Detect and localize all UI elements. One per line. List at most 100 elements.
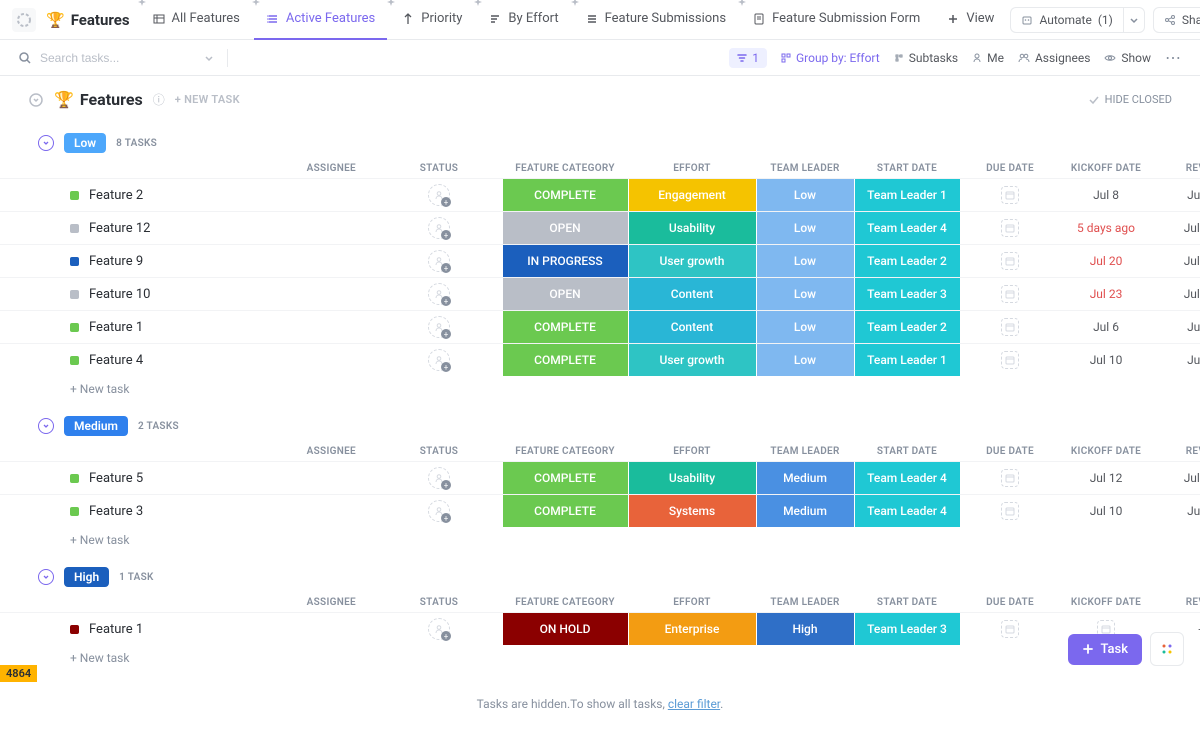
due-cell[interactable]: Jul 12	[1060, 462, 1152, 494]
new-task-fab[interactable]: Task	[1068, 634, 1142, 665]
col-start[interactable]: START DATE	[854, 593, 960, 612]
kickoff-cell[interactable]: Jul 10	[1152, 462, 1200, 494]
task-row[interactable]: Feature 1 ON HOLD Enterprise High Team L…	[0, 612, 1200, 645]
task-row[interactable]: Feature 9 IN PROGRESS User growth Low Te…	[0, 244, 1200, 277]
status-cell[interactable]: COMPLETE	[503, 495, 628, 527]
calendar-icon[interactable]	[1001, 351, 1019, 369]
leader-cell[interactable]: Team Leader 1	[855, 179, 960, 211]
assignee-cell[interactable]	[376, 212, 502, 244]
calendar-icon[interactable]	[1001, 186, 1019, 204]
task-row[interactable]: Feature 12 OPEN Usability Low Team Leade…	[0, 211, 1200, 244]
calendar-icon[interactable]	[1001, 502, 1019, 520]
effort-pill[interactable]: High	[64, 567, 109, 587]
category-cell[interactable]: User growth	[629, 245, 756, 277]
calendar-icon[interactable]	[1001, 285, 1019, 303]
due-cell[interactable]: Jul 10	[1060, 344, 1152, 376]
category-cell[interactable]: Engagement	[629, 179, 756, 211]
col-category[interactable]: FEATURE CATEGORY	[502, 442, 628, 461]
assignee-cell[interactable]	[376, 179, 502, 211]
due-cell[interactable]: Jul 6	[1060, 311, 1152, 343]
col-start[interactable]: START DATE	[854, 442, 960, 461]
effort-cell[interactable]: Low	[757, 278, 854, 310]
task-row[interactable]: Feature 2 COMPLETE Engagement Low Team L…	[0, 178, 1200, 211]
kickoff-cell[interactable]: Jul 20	[1152, 278, 1200, 310]
col-assignee[interactable]: ASSIGNEE	[56, 159, 376, 178]
leader-cell[interactable]: Team Leader 3	[855, 278, 960, 310]
effort-pill[interactable]: Low	[64, 133, 106, 153]
assignee-placeholder[interactable]	[428, 316, 450, 338]
new-task-row[interactable]: + New task	[0, 527, 1200, 553]
collapse-toggle[interactable]	[38, 569, 54, 585]
show-button[interactable]: Show	[1104, 51, 1151, 65]
assignee-placeholder[interactable]	[428, 467, 450, 489]
kickoff-cell[interactable]: Jul 26	[1152, 212, 1200, 244]
due-cell[interactable]: Jul 23	[1060, 278, 1152, 310]
tab-feature-submissions[interactable]: Feature Submissions	[573, 0, 738, 40]
col-category[interactable]: FEATURE CATEGORY	[502, 593, 628, 612]
task-name-cell[interactable]: Feature 12	[56, 212, 376, 244]
due-cell[interactable]: Jul 8	[1060, 179, 1152, 211]
hide-closed-button[interactable]: HIDE CLOSED	[1088, 93, 1172, 106]
due-cell[interactable]: Jul 20	[1060, 245, 1152, 277]
leader-cell[interactable]: Team Leader 2	[855, 245, 960, 277]
task-name-cell[interactable]: Feature 4	[56, 344, 376, 376]
chevron-down-icon[interactable]	[203, 52, 215, 64]
category-cell[interactable]: Systems	[629, 495, 756, 527]
col-leader[interactable]: TEAM LEADER	[756, 159, 854, 178]
filter-button[interactable]: 1	[729, 48, 767, 68]
status-cell[interactable]: COMPLETE	[503, 179, 628, 211]
group-by-button[interactable]: Group by: Effort	[781, 51, 880, 65]
col-kickoff[interactable]: KICKOFF DATE	[1060, 159, 1152, 178]
effort-cell[interactable]: Low	[757, 212, 854, 244]
task-name-cell[interactable]: Feature 10	[56, 278, 376, 310]
col-review[interactable]: REVIE	[1152, 593, 1200, 612]
col-start[interactable]: START DATE	[854, 159, 960, 178]
assignee-cell[interactable]	[376, 613, 502, 645]
task-row[interactable]: Feature 5 COMPLETE Usability Medium Team…	[0, 461, 1200, 494]
task-name-cell[interactable]: Feature 3	[56, 495, 376, 527]
kickoff-cell[interactable]: Jul 8	[1152, 495, 1200, 527]
new-task-row[interactable]: + New task	[0, 645, 1200, 671]
assignee-placeholder[interactable]	[428, 500, 450, 522]
task-row[interactable]: Feature 10 OPEN Content Low Team Leader …	[0, 277, 1200, 310]
me-button[interactable]: Me	[972, 51, 1004, 65]
col-effort[interactable]: EFFORT	[628, 159, 756, 178]
col-category[interactable]: FEATURE CATEGORY	[502, 159, 628, 178]
task-row[interactable]: Feature 1 COMPLETE Content Low Team Lead…	[0, 310, 1200, 343]
calendar-icon[interactable]	[1001, 620, 1019, 638]
task-name-cell[interactable]: Feature 9	[56, 245, 376, 277]
leader-cell[interactable]: Team Leader 3	[855, 613, 960, 645]
assignee-cell[interactable]	[376, 495, 502, 527]
col-leader[interactable]: TEAM LEADER	[756, 442, 854, 461]
leader-cell[interactable]: Team Leader 4	[855, 495, 960, 527]
assignee-placeholder[interactable]	[428, 184, 450, 206]
effort-pill[interactable]: Medium	[64, 416, 128, 436]
assignee-cell[interactable]	[376, 278, 502, 310]
assignee-placeholder[interactable]	[428, 217, 450, 239]
task-row[interactable]: Feature 3 COMPLETE Systems Medium Team L…	[0, 494, 1200, 527]
subtasks-button[interactable]: Subtasks	[894, 51, 958, 65]
leader-cell[interactable]: Team Leader 4	[855, 462, 960, 494]
assignee-cell[interactable]	[376, 311, 502, 343]
leader-cell[interactable]: Team Leader 4	[855, 212, 960, 244]
collapse-all-icon[interactable]	[28, 92, 44, 108]
assignee-placeholder[interactable]	[428, 250, 450, 272]
category-cell[interactable]: Usability	[629, 462, 756, 494]
share-button[interactable]: Share	[1153, 7, 1200, 33]
info-icon[interactable]: ⓘ	[153, 91, 165, 108]
calendar-icon[interactable]	[1001, 469, 1019, 487]
leader-cell[interactable]: Team Leader 2	[855, 311, 960, 343]
col-due[interactable]: DUE DATE	[960, 442, 1060, 461]
start-cell[interactable]	[960, 245, 1060, 277]
due-cell[interactable]: 5 days ago	[1060, 212, 1152, 244]
task-name-cell[interactable]: Feature 1	[56, 613, 376, 645]
task-name-cell[interactable]: Feature 1	[56, 311, 376, 343]
status-cell[interactable]: IN PROGRESS	[503, 245, 628, 277]
col-assignee[interactable]: ASSIGNEE	[56, 442, 376, 461]
col-assignee[interactable]: ASSIGNEE	[56, 593, 376, 612]
status-cell[interactable]: COMPLETE	[503, 311, 628, 343]
start-cell[interactable]	[960, 212, 1060, 244]
col-kickoff[interactable]: KICKOFF DATE	[1060, 593, 1152, 612]
assignee-cell[interactable]	[376, 344, 502, 376]
start-cell[interactable]	[960, 462, 1060, 494]
